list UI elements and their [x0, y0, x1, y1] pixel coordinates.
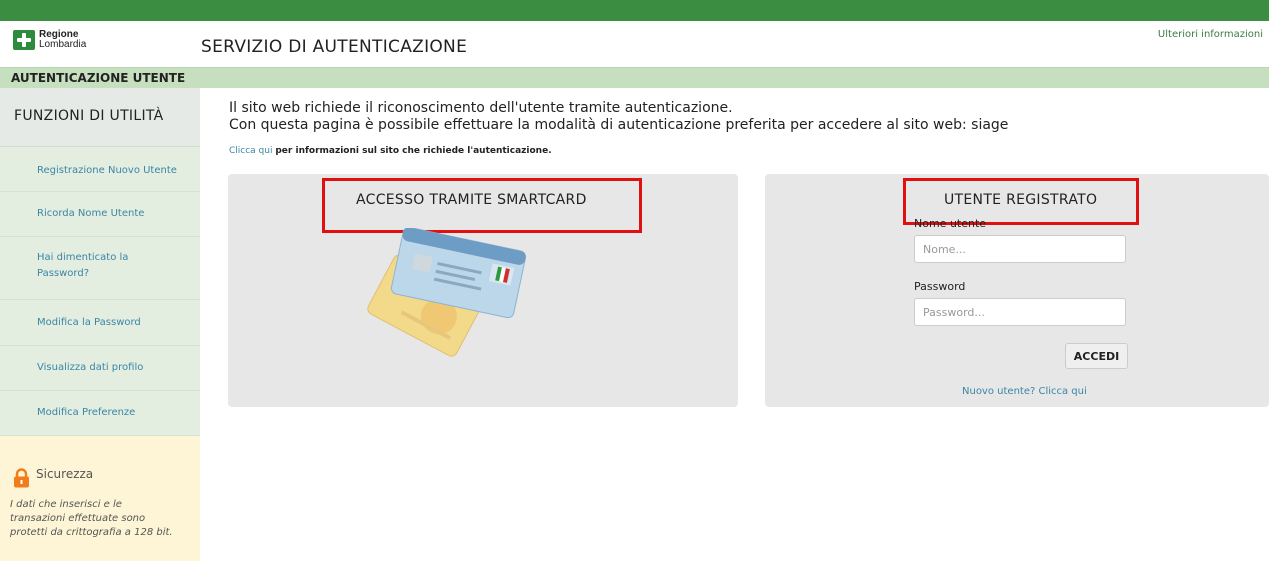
security-text: I dati che inserisci e le transazioni ef…: [10, 499, 173, 538]
accedi-button[interactable]: ACCEDI: [1065, 343, 1128, 369]
sidebar-item-ricorda-nome[interactable]: Ricorda Nome Utente: [0, 192, 200, 237]
sidebar-item-label: Visualizza dati profilo: [37, 362, 144, 373]
sidebar-heading: FUNZIONI DI UTILITÀ: [14, 108, 164, 124]
sidebar-item-label-line2: Password?: [37, 268, 90, 279]
sidebar-item-password-dimenticata[interactable]: Hai dimenticato la Password?: [0, 237, 200, 300]
username-label: Nome utente: [914, 219, 987, 228]
regione-lombardia-logo[interactable]: Regione Lombardia: [13, 30, 86, 50]
password-label: Password: [914, 280, 966, 293]
lombardia-cross-icon: [13, 30, 35, 50]
smartcard-title: ACCESSO TRAMITE SMARTCARD: [356, 192, 587, 208]
intro-line-1: Il sito web richiede il riconoscimento d…: [229, 100, 733, 116]
smartcard-image[interactable]: [355, 228, 530, 373]
security-box: Sicurezza I dati che inserisci e le tran…: [0, 436, 200, 561]
sidebar-item-registrazione[interactable]: Registrazione Nuovo Utente: [0, 147, 200, 192]
info-line: Clicca qui per informazioni sul sito che…: [229, 146, 552, 156]
sidebar-item-modifica-preferenze[interactable]: Modifica Preferenze: [0, 391, 200, 436]
intro-line-2: Con questa pagina è possibile effettuare…: [229, 117, 1009, 133]
security-title: Sicurezza: [36, 467, 94, 481]
sidebar-item-visualizza-profilo[interactable]: Visualizza dati profilo: [0, 346, 200, 391]
header: Regione Lombardia SERVIZIO DI AUTENTICAZ…: [0, 21, 1269, 65]
padlock-icon: [14, 468, 29, 488]
sidebar-item-label: Hai dimenticato la: [37, 252, 129, 263]
sidebar-item-modifica-password[interactable]: Modifica la Password: [0, 300, 200, 346]
sidebar-item-label: Ricorda Nome Utente: [37, 208, 145, 219]
login-title: UTENTE REGISTRATO: [944, 192, 1098, 208]
new-user-link[interactable]: Nuovo utente? Clicca qui: [962, 386, 1087, 397]
more-info-link[interactable]: Ulteriori informazioni: [1158, 29, 1263, 40]
sidebar-item-label: Modifica Preferenze: [37, 407, 136, 418]
top-green-bar: [0, 0, 1269, 21]
username-input[interactable]: [914, 235, 1126, 263]
sidebar-heading-box: FUNZIONI DI UTILITÀ: [0, 88, 200, 147]
password-input[interactable]: [914, 298, 1126, 326]
sidebar-item-label: Registrazione Nuovo Utente: [37, 165, 177, 176]
info-text: per informazioni sul sito che richiede l…: [275, 146, 552, 156]
sidebar: FUNZIONI DI UTILITÀ Registrazione Nuovo …: [0, 88, 200, 561]
sidebar-item-label: Modifica la Password: [37, 317, 141, 328]
logo-line2: Lombardia: [39, 39, 87, 50]
section-title: AUTENTICAZIONE UTENTE: [11, 71, 186, 85]
info-link[interactable]: Clicca qui: [229, 146, 272, 156]
section-bar: AUTENTICAZIONE UTENTE: [0, 67, 1269, 88]
page-title: SERVIZIO DI AUTENTICAZIONE: [201, 37, 468, 57]
